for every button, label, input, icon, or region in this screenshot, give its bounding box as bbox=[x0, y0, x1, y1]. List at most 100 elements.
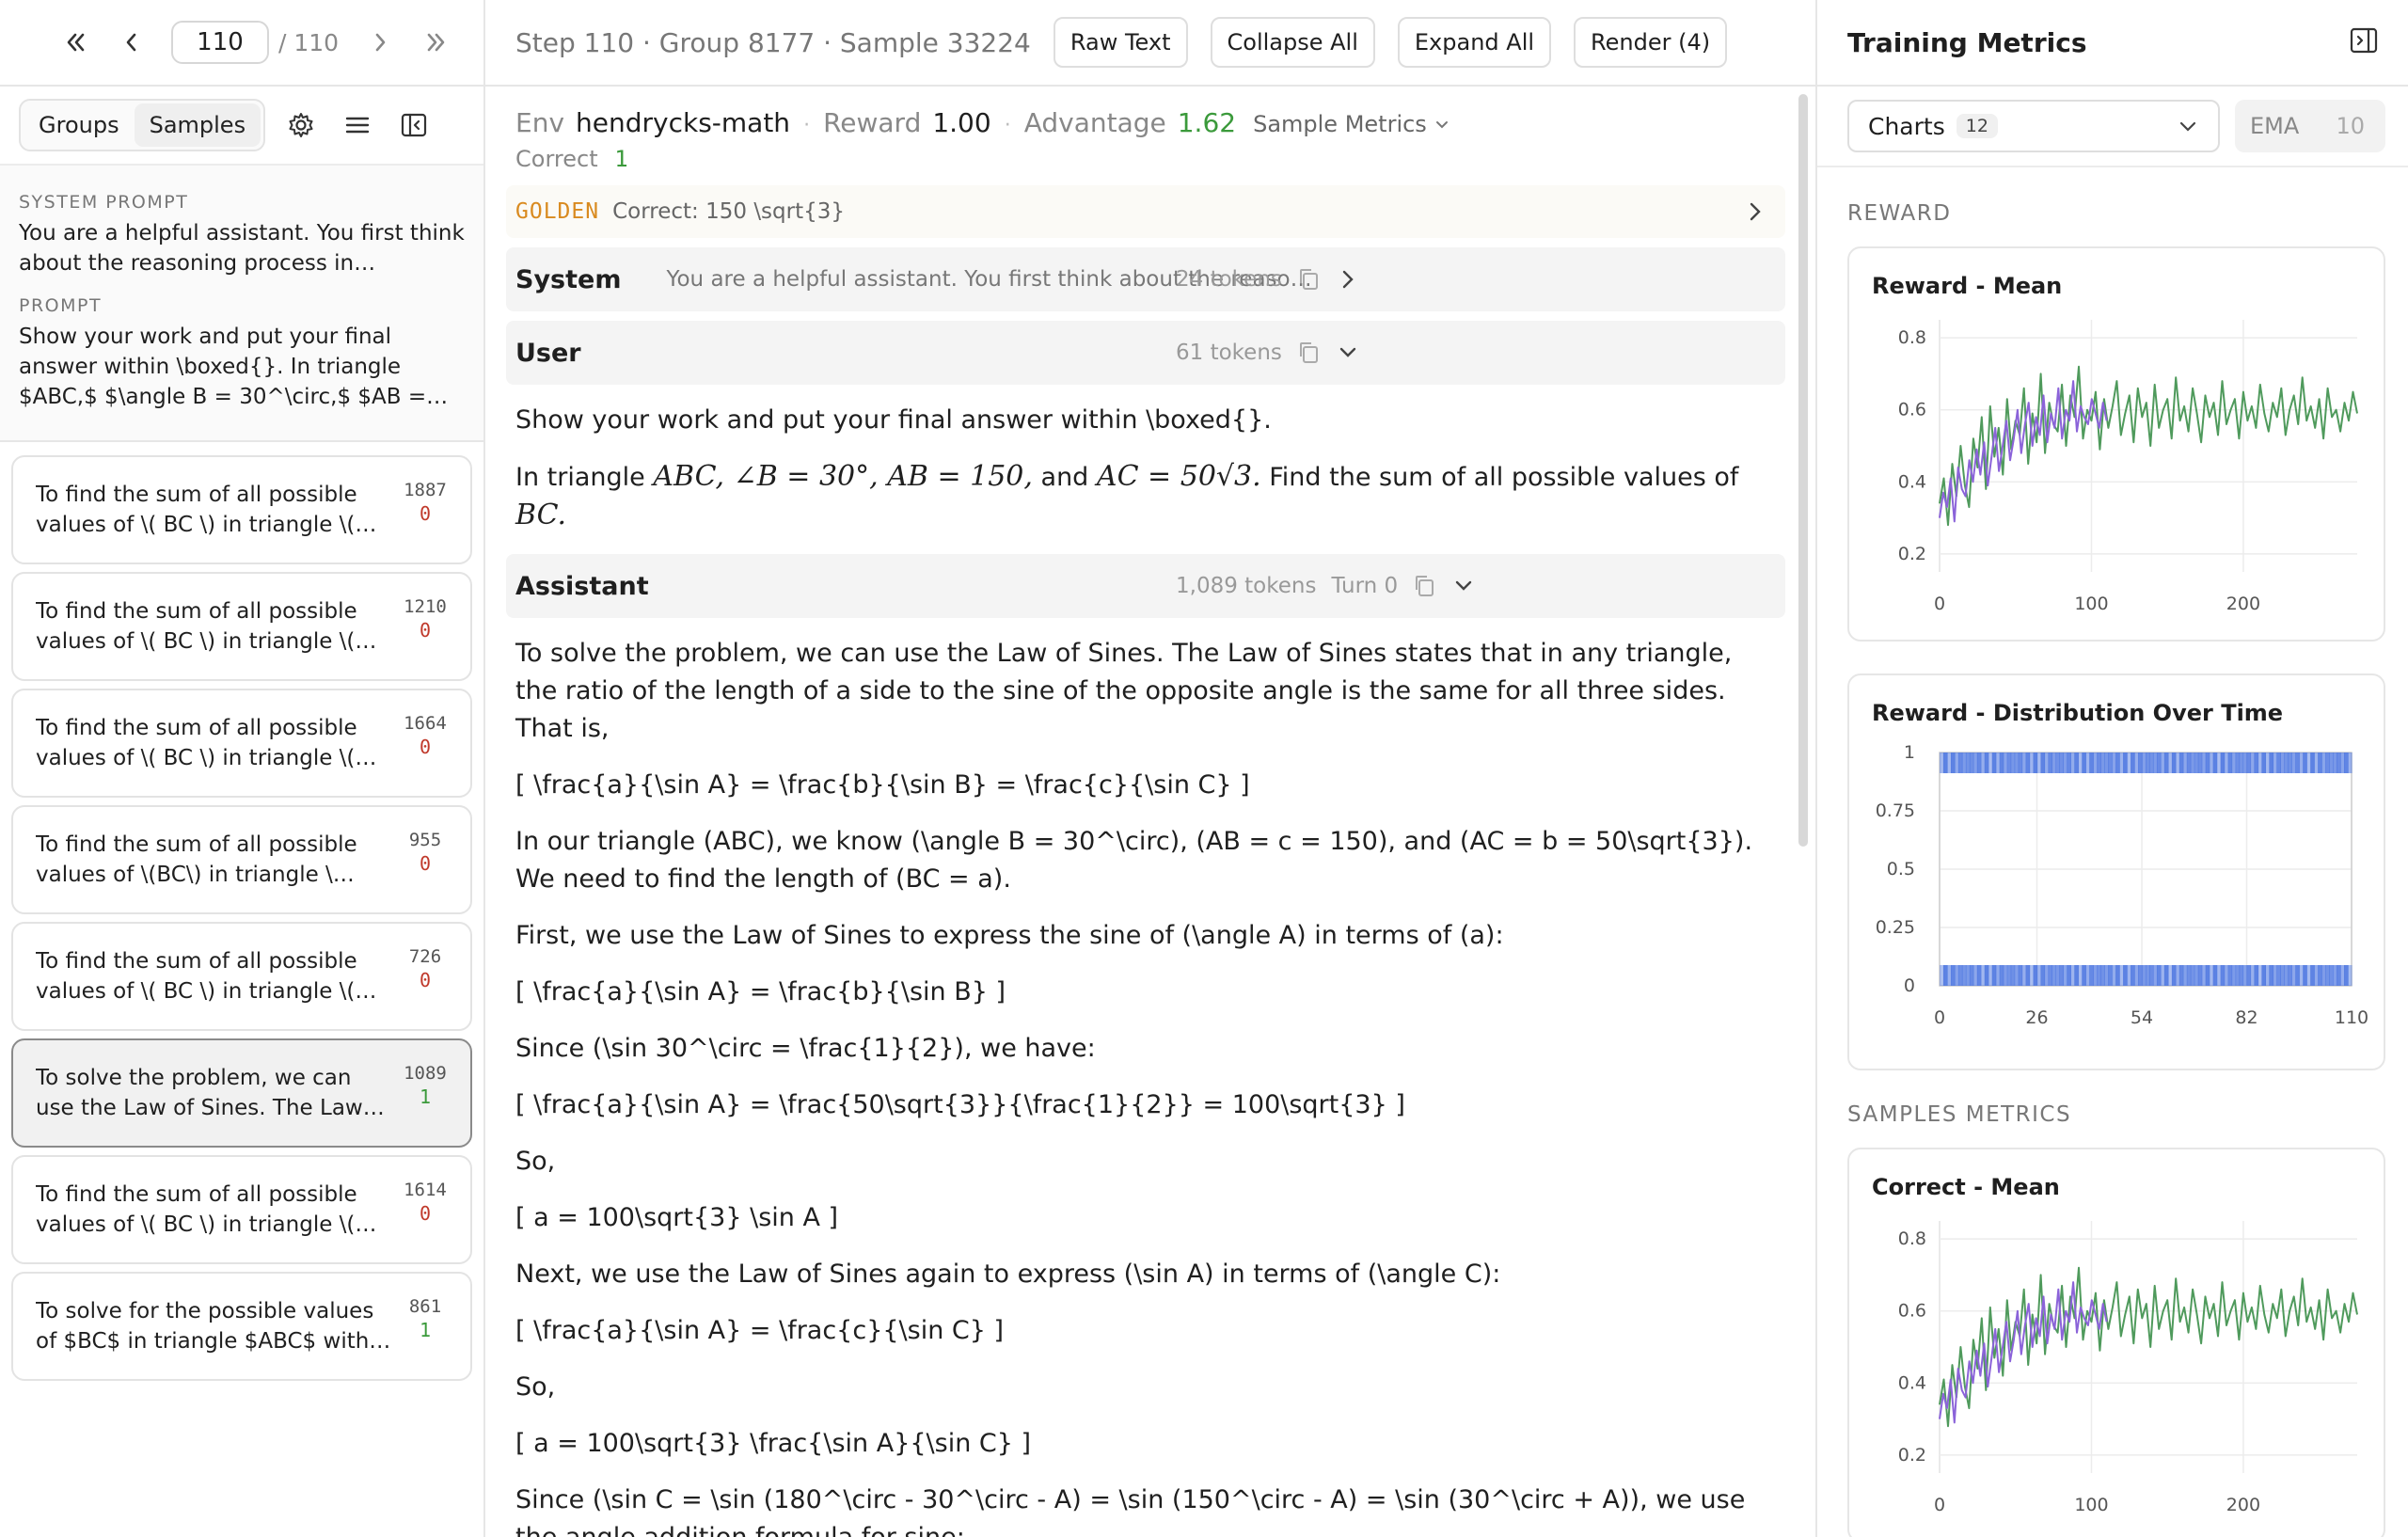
heat-cell bbox=[2040, 753, 2046, 773]
raw-text-button[interactable]: Raw Text bbox=[1053, 17, 1188, 68]
golden-tag: GOLDEN bbox=[515, 199, 600, 224]
heat-cell bbox=[2112, 753, 2116, 773]
metrics-title: Training Metrics bbox=[1847, 26, 2087, 58]
sample-reward: 0 bbox=[419, 502, 432, 525]
render-button[interactable]: Render (4) bbox=[1574, 17, 1728, 68]
chevron-down-icon[interactable] bbox=[1337, 340, 1359, 366]
heat-cell bbox=[2067, 965, 2071, 986]
heat-cell bbox=[2242, 965, 2248, 986]
heat-cell bbox=[2242, 753, 2248, 773]
sample-item[interactable]: To find the sum of all possible values o… bbox=[11, 572, 472, 681]
viewer-scrollbar[interactable] bbox=[1798, 94, 1808, 847]
heat-cell bbox=[2171, 753, 2177, 773]
assistant-paragraph: Next, we use the Law of Sines again to e… bbox=[515, 1260, 1501, 1289]
heat-cell bbox=[1969, 965, 1974, 986]
metrics-panel: Training Metrics Charts 12 EMA 10 REWARD… bbox=[1817, 0, 2408, 1537]
assistant-message-header[interactable]: Assistant 1,089 tokens Turn 0 bbox=[506, 554, 1785, 618]
heat-cell bbox=[1961, 965, 1967, 986]
chevron-down-icon[interactable] bbox=[1452, 573, 1475, 599]
sample-item-selected[interactable]: To solve the problem, we can use the Law… bbox=[11, 1038, 472, 1148]
heat-cell bbox=[2258, 965, 2263, 986]
heat-cell bbox=[2089, 753, 2094, 773]
system-message-header[interactable]: System You are a helpful assistant. You … bbox=[506, 247, 1785, 311]
heat-cell bbox=[2115, 753, 2120, 773]
page-number-input[interactable] bbox=[171, 21, 269, 64]
sample-item[interactable]: To find the sum of all possible values o… bbox=[11, 1155, 472, 1264]
heat-cell bbox=[1976, 965, 1982, 986]
heat-cell bbox=[2044, 965, 2050, 986]
heat-cell bbox=[2265, 753, 2270, 773]
sample-tokens: 1614 bbox=[404, 1180, 447, 1200]
collapse-all-button[interactable]: Collapse All bbox=[1210, 17, 1375, 68]
heat-cell bbox=[2033, 965, 2038, 986]
chevron-right-icon[interactable] bbox=[1337, 266, 1359, 293]
user-message-header[interactable]: User 61 tokens bbox=[506, 321, 1785, 385]
sample-item[interactable]: To find the sum of all possible values o… bbox=[11, 689, 472, 798]
first-page-icon[interactable] bbox=[53, 20, 98, 65]
heat-cell bbox=[2201, 965, 2207, 986]
reward-mean-chart: 0.8 0.6 0.4 0.2 0 100 200 bbox=[1898, 320, 2358, 614]
collapse-sidebar-icon[interactable] bbox=[393, 104, 435, 146]
copy-icon[interactable] bbox=[1297, 266, 1322, 293]
y-tick-label: 1 bbox=[1904, 742, 1915, 763]
collapse-panel-icon[interactable] bbox=[2348, 24, 2380, 56]
chart-title: Reward - Mean bbox=[1872, 273, 2063, 299]
heat-cell bbox=[2306, 753, 2311, 773]
golden-answer-row[interactable]: GOLDEN Correct: 150 \sqrt{3} bbox=[506, 185, 1785, 238]
sample-metrics-dropdown[interactable]: Sample Metrics bbox=[1253, 111, 1450, 137]
heat-cell bbox=[2258, 753, 2263, 773]
list-icon[interactable] bbox=[337, 104, 378, 146]
sample-item[interactable]: To solve for the possible values of $BC$… bbox=[11, 1272, 472, 1381]
sample-item[interactable]: To find the sum of all possible values o… bbox=[11, 805, 472, 914]
sample-meta: Env hendrycks-math · Reward 1.00 · Advan… bbox=[506, 107, 1785, 138]
correct-value: 1 bbox=[614, 146, 628, 172]
settings-gear-icon[interactable] bbox=[280, 104, 322, 146]
heat-cell bbox=[2175, 965, 2180, 986]
tab-samples[interactable]: Samples bbox=[134, 103, 261, 147]
heat-cell bbox=[2127, 753, 2131, 773]
charts-select[interactable]: Charts 12 bbox=[1847, 100, 2220, 152]
sample-reward: 0 bbox=[419, 619, 432, 642]
copy-icon[interactable] bbox=[1297, 340, 1322, 366]
last-page-icon[interactable] bbox=[414, 20, 459, 65]
sample-list: To find the sum of all possible values o… bbox=[0, 442, 483, 1381]
heat-cell bbox=[2344, 753, 2349, 773]
heat-cell bbox=[2146, 753, 2150, 773]
reward-value: 1.00 bbox=[932, 107, 991, 138]
heat-cell bbox=[2284, 753, 2289, 773]
sample-preview: To find the sum of all possible values o… bbox=[36, 832, 357, 887]
heat-cell bbox=[1984, 965, 1989, 986]
copy-icon[interactable] bbox=[1413, 573, 1437, 599]
sample-item[interactable]: To find the sum of all possible values o… bbox=[11, 922, 472, 1031]
ema-input[interactable]: EMA 10 bbox=[2235, 100, 2385, 152]
heat-cell bbox=[2329, 965, 2334, 986]
expand-all-button[interactable]: Expand All bbox=[1397, 17, 1552, 68]
heat-cell bbox=[2123, 965, 2128, 986]
heat-cell bbox=[2186, 965, 2192, 986]
tab-groups[interactable]: Groups bbox=[24, 103, 135, 147]
heat-cell bbox=[2163, 965, 2169, 986]
heat-cell bbox=[2010, 965, 2016, 986]
assistant-paragraph: So, bbox=[515, 1372, 556, 1402]
env-label: Env bbox=[515, 107, 565, 138]
heat-cell bbox=[2006, 965, 2012, 986]
heat-cell bbox=[1999, 753, 2004, 773]
next-page-icon[interactable] bbox=[357, 20, 403, 65]
heat-cell bbox=[1976, 753, 1982, 773]
heat-cell bbox=[2310, 965, 2315, 986]
system-prompt-text: You are a helpful assistant. You first t… bbox=[19, 221, 465, 276]
y-tick-label: 0.2 bbox=[1898, 544, 1926, 564]
heat-cell bbox=[2325, 965, 2330, 986]
user-line: Show your work and put your final answer… bbox=[515, 405, 1272, 435]
heat-cell bbox=[2163, 753, 2169, 773]
assistant-paragraph: [ a = 100\sqrt{3} \frac{\sin A}{\sin C} … bbox=[515, 1429, 1032, 1458]
x-tick-label: 82 bbox=[2235, 1007, 2258, 1028]
heat-cell bbox=[2348, 753, 2353, 773]
chevron-down-icon bbox=[1436, 121, 1449, 129]
prev-page-icon[interactable] bbox=[109, 20, 154, 65]
heat-cell bbox=[1946, 965, 1952, 986]
x-tick-label: 0 bbox=[1934, 1007, 1945, 1028]
heat-cell bbox=[2190, 965, 2195, 986]
sample-item[interactable]: To find the sum of all possible values o… bbox=[11, 455, 472, 564]
heat-cell bbox=[2074, 965, 2079, 986]
